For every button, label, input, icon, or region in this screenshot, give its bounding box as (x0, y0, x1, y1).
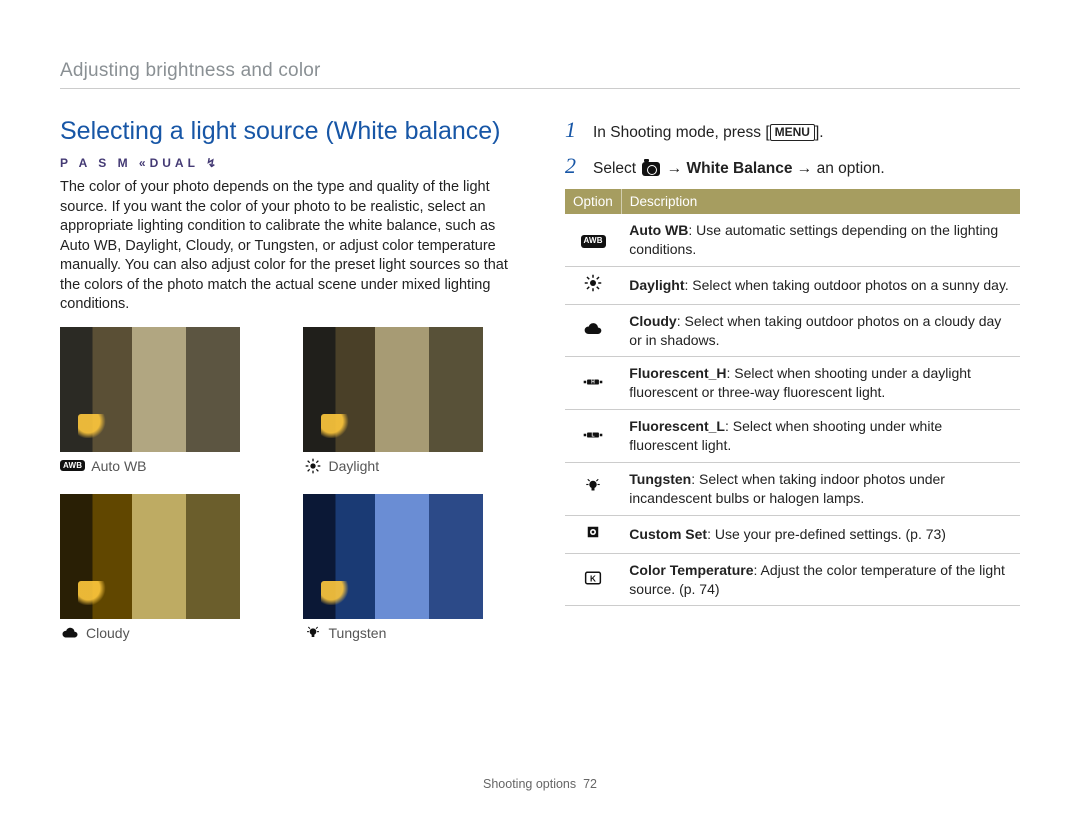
table-row: Daylight: Select when taking outdoor pho… (565, 266, 1020, 304)
svg-text:H: H (591, 380, 595, 386)
thumb-image-cloudy (60, 494, 240, 619)
step-text: Select (593, 160, 640, 177)
mode-indicator: P A S M «DUAL ↯ (60, 156, 515, 170)
thumb-label: Auto WB (91, 458, 146, 474)
awb-icon: AWB (580, 233, 606, 251)
thumb-label: Cloudy (86, 625, 130, 641)
table-row: AWB Auto WB: Use automatic settings depe… (565, 214, 1020, 266)
option-text: : Use your pre-defined settings. (p. 73) (707, 526, 946, 542)
option-title: Daylight (629, 277, 684, 293)
table-row: H Fluorescent_H: Select when shooting un… (565, 357, 1020, 410)
awb-icon: AWB (60, 460, 85, 471)
intro-paragraph: The color of your photo depends on the t… (60, 178, 515, 315)
thumb-tungsten: Tungsten (303, 494, 516, 641)
right-column: 1 In Shooting mode, press [MENU]. 2 Sele… (565, 117, 1020, 641)
step-1: 1 In Shooting mode, press [MENU]. (565, 117, 1020, 143)
step-2: 2 Select → White Balance → an option. (565, 153, 1020, 179)
thumb-auto-wb: AWB Auto WB (60, 327, 273, 474)
table-row: L Fluorescent_L: Select when shooting un… (565, 410, 1020, 463)
cloud-icon (580, 320, 606, 338)
steps-list: 1 In Shooting mode, press [MENU]. 2 Sele… (565, 117, 1020, 179)
page-footer: Shooting options 72 (0, 777, 1080, 791)
options-table: Option Description AWB Auto WB: Use auto… (565, 189, 1020, 606)
cloud-icon (60, 625, 80, 641)
table-row: Tungsten: Select when taking indoor phot… (565, 463, 1020, 516)
menu-button-label: MENU (770, 124, 815, 141)
step-number: 1 (565, 117, 583, 143)
thumb-image-auto-wb (60, 327, 240, 452)
left-column: Selecting a light source (White balance)… (60, 117, 515, 641)
sun-icon (580, 274, 606, 292)
thumb-daylight: Daylight (303, 327, 516, 474)
thumb-image-daylight (303, 327, 483, 452)
option-title: Cloudy (629, 313, 676, 329)
thumb-label: Daylight (329, 458, 380, 474)
option-title: Fluorescent_L (629, 418, 725, 434)
fluorescent-h-icon: H (580, 373, 606, 391)
thumb-cloudy: Cloudy (60, 494, 273, 641)
svg-text:K: K (590, 574, 596, 583)
step-number: 2 (565, 153, 583, 179)
table-row: K Color Temperature: Adjust the color te… (565, 553, 1020, 606)
table-row: Cloudy: Select when taking outdoor photo… (565, 304, 1020, 357)
bulb-icon (580, 477, 606, 495)
arrow-icon: → (792, 160, 816, 177)
svg-text:L: L (592, 432, 595, 438)
option-title: Fluorescent_H (629, 365, 726, 381)
step-text: an option. (817, 160, 885, 177)
option-title: Tungsten (629, 471, 691, 487)
camera-icon (642, 162, 660, 176)
arrow-icon: → (662, 160, 686, 177)
kelvin-icon: K (580, 569, 606, 587)
option-title: Custom Set (629, 526, 707, 542)
step-text: ]. (815, 124, 824, 141)
table-header-description: Description (621, 189, 1020, 214)
white-balance-label: White Balance (687, 160, 793, 177)
bulb-icon (303, 625, 323, 641)
custom-set-icon (580, 523, 606, 541)
option-text: : Select when taking outdoor photos on a… (629, 313, 1001, 348)
option-text: : Select when taking outdoor photos on a… (685, 277, 1009, 293)
sun-icon (303, 458, 323, 474)
section-title: Selecting a light source (White balance) (60, 117, 515, 146)
thumb-image-tungsten (303, 494, 483, 619)
step-text: In Shooting mode, press [ (593, 124, 770, 141)
example-thumbnails: AWB Auto WB Daylight (60, 327, 515, 641)
table-header-option: Option (565, 189, 621, 214)
thumb-label: Tungsten (329, 625, 387, 641)
footer-page-number: 72 (583, 777, 597, 791)
footer-section-label: Shooting options (483, 777, 576, 791)
option-title: Auto WB (629, 222, 688, 238)
option-title: Color Temperature (629, 562, 753, 578)
fluorescent-l-icon: L (580, 426, 606, 444)
breadcrumb: Adjusting brightness and color (60, 60, 1020, 89)
table-row: Custom Set: Use your pre-defined setting… (565, 515, 1020, 553)
